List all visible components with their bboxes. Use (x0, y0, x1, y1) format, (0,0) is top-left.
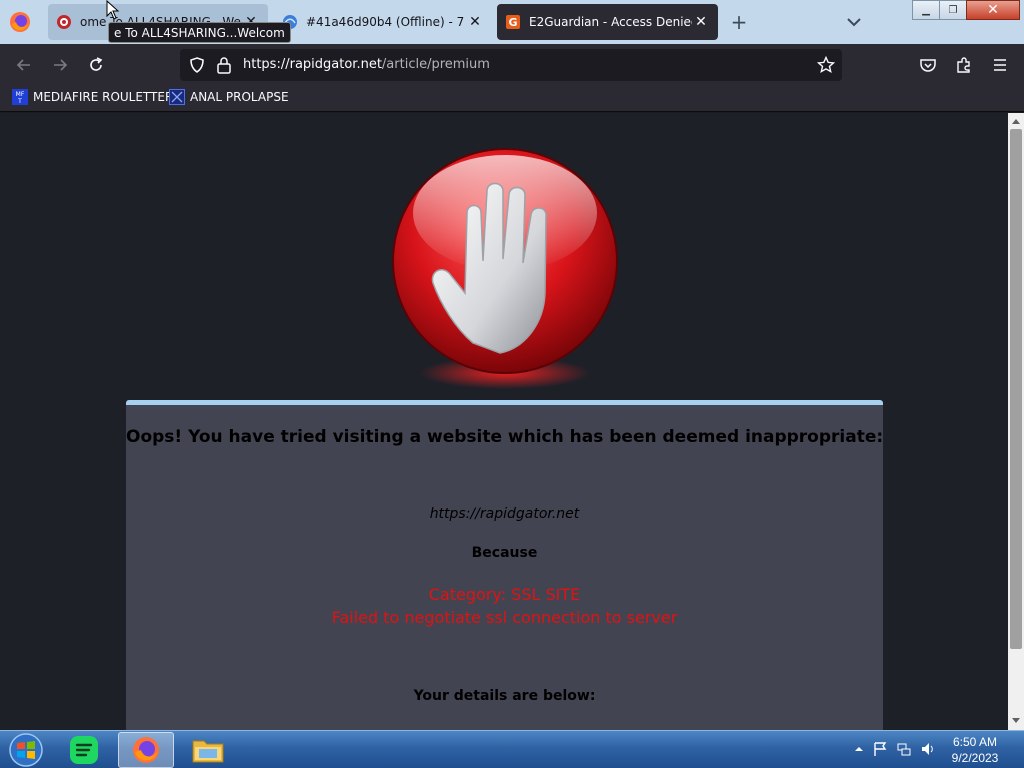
restore-icon[interactable]: ❐ (939, 0, 967, 20)
svg-text:G: G (508, 16, 517, 29)
bookmark-anal-prolapse[interactable]: ANAL PROLAPSE (169, 89, 289, 105)
windows-taskbar: 6:50 AM 9/2/2023 (0, 730, 1024, 768)
firefox-menu-icon[interactable] (8, 10, 32, 34)
stop-hand-icon (392, 148, 618, 389)
volume-icon[interactable] (920, 741, 936, 757)
url-path: /article/premium (381, 57, 490, 72)
tab-tooltip: e To ALL4SHARING...Welcom (108, 22, 291, 43)
tab-close-icon[interactable]: ✕ (466, 14, 484, 30)
extensions-puzzle-icon[interactable] (952, 53, 976, 77)
svg-text:MF: MF (16, 91, 25, 98)
details-heading: Your details are below: (413, 688, 596, 704)
address-bar[interactable]: https://rapidgator.net/article/premium (180, 49, 842, 81)
taskbar-spotify[interactable] (56, 732, 112, 768)
url-host: https://rapidgator.net (243, 57, 382, 72)
mediafire-icon: MF T (12, 89, 28, 105)
pocket-icon[interactable] (916, 53, 940, 77)
chevron-down-icon[interactable] (842, 10, 866, 34)
all4sharing-favicon-icon (57, 15, 71, 29)
system-tray (854, 741, 936, 757)
firefox-icon (133, 737, 159, 763)
back-arrow-icon[interactable] (12, 53, 36, 77)
scroll-down-arrow-icon[interactable] (1008, 714, 1024, 728)
tab-strip: ome To ALL4SHARING...Welc ✕ #41a46d90b4 … (0, 0, 1024, 44)
forward-arrow-icon[interactable] (48, 53, 72, 77)
reload-icon[interactable] (84, 53, 108, 77)
block-category-text: Category: SSL SITE (428, 585, 581, 604)
page-content: Oops! You have tried visiting a website … (0, 113, 1008, 730)
scrollbar-thumb[interactable] (1010, 129, 1022, 649)
clock-date: 9/2/2023 (951, 751, 999, 765)
new-tab-plus-icon[interactable]: + (726, 10, 752, 36)
spotify-icon (70, 736, 98, 764)
bookmark-label: MEDIAFIRE ROULETTER (33, 90, 174, 104)
mouse-cursor-icon (106, 0, 120, 20)
folder-icon (192, 740, 224, 763)
scroll-up-arrow-icon[interactable] (1008, 114, 1024, 128)
clock-time: 6:50 AM (952, 735, 998, 749)
block-reason-text: Failed to negotiate ssl connection to se… (331, 608, 678, 627)
tab-title: #41a46d90b4 (Offline) - 7 links | (306, 15, 466, 29)
bookmarks-toolbar: MF T MEDIAFIRE ROULETTER ANAL PROLAPSE (0, 86, 1024, 112)
minimize-icon[interactable]: ▁ (912, 0, 940, 20)
navigation-toolbar: https://rapidgator.net/article/premium (0, 44, 1024, 86)
vertical-scrollbar[interactable] (1008, 113, 1024, 730)
network-icon[interactable] (896, 741, 912, 757)
url-text[interactable]: https://rapidgator.net/article/premium (243, 57, 490, 72)
tracking-shield-icon[interactable] (188, 56, 206, 74)
because-label: Because (471, 545, 538, 561)
svg-text:T: T (17, 98, 22, 105)
tab-offline-links[interactable]: #41a46d90b4 (Offline) - 7 links | ✕ (274, 4, 492, 40)
taskbar-clock[interactable]: 6:50 AM 9/2/2023 (940, 734, 1010, 766)
taskbar-firefox[interactable] (118, 732, 174, 768)
e2guardian-favicon-icon: G (506, 15, 520, 29)
hamburger-menu-icon[interactable] (988, 53, 1012, 77)
tab-access-denied[interactable]: G E2Guardian - Access Denied ✕ (497, 4, 718, 40)
bookmark-mediafire-rouletter[interactable]: MF T MEDIAFIRE ROULETTER (12, 89, 173, 105)
lock-icon[interactable] (216, 56, 232, 74)
tab-title: E2Guardian - Access Denied (529, 15, 692, 29)
action-center-flag-icon[interactable] (872, 741, 888, 757)
sigma-icon (169, 89, 185, 105)
tab-close-icon[interactable]: ✕ (692, 14, 710, 30)
window-controls: ▁ ❐ ✕ (912, 0, 1020, 20)
tray-expand-icon[interactable] (854, 744, 864, 754)
windows-start-icon[interactable] (6, 732, 46, 768)
blocked-url-text: https://rapidgator.net (429, 506, 580, 522)
bookmark-star-icon[interactable] (817, 56, 835, 74)
taskbar-file-explorer[interactable] (180, 732, 236, 768)
bookmark-label: ANAL PROLAPSE (190, 90, 289, 104)
window-close-icon[interactable]: ✕ (966, 0, 1020, 20)
denied-message-box: Oops! You have tried visiting a website … (126, 400, 883, 730)
page-title: Oops! You have tried visiting a website … (126, 427, 884, 447)
